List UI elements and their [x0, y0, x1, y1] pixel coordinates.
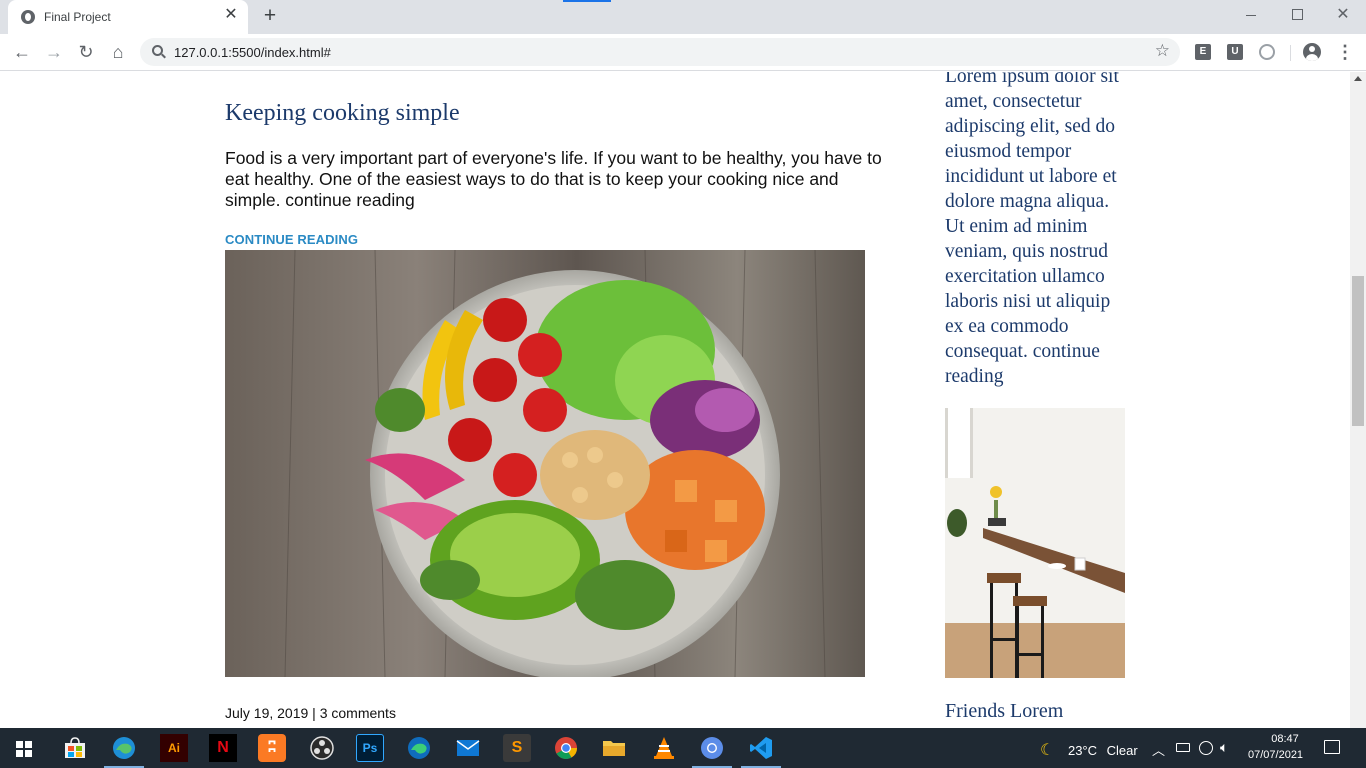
vlc-icon[interactable]: [650, 734, 678, 762]
scrollbar-thumb[interactable]: [1352, 276, 1364, 426]
url-text[interactable]: 127.0.0.1:5500/index.html#: [174, 45, 331, 60]
page-scrollbar[interactable]: [1350, 72, 1366, 728]
salad-bowl-photo: [225, 250, 865, 677]
new-tab-button[interactable]: +: [258, 4, 282, 28]
profile-avatar-icon[interactable]: [1303, 43, 1321, 61]
forward-button[interactable]: →: [40, 38, 68, 66]
speaker-icon[interactable]: 🔈︎: [1220, 739, 1228, 756]
weather-description: Clear: [1106, 743, 1138, 758]
post-excerpt: Food is a very important part of everyon…: [225, 148, 882, 210]
browser-toolbar: ← → ↻ ⌂ 127.0.0.1:5500/index.html# ☆ E U…: [0, 34, 1366, 71]
page-viewport: Keeping cooking simple Food is a very im…: [0, 72, 1350, 728]
post-meta: July 19, 2019 | 3 comments: [225, 705, 396, 721]
sidebar-text: Lorem ipsum dolor sit amet, consectetur …: [945, 72, 1119, 387]
obs-icon[interactable]: [308, 734, 336, 762]
tab-strip-indicator: [563, 0, 611, 2]
toolbar-divider: [1290, 45, 1291, 61]
back-button[interactable]: ←: [8, 38, 36, 66]
chrome-icon[interactable]: [552, 734, 580, 762]
notification-center-icon[interactable]: [1324, 740, 1340, 754]
battery-icon[interactable]: [1176, 743, 1190, 752]
edge-dev-icon[interactable]: [405, 734, 433, 762]
microsoft-store-icon[interactable]: [61, 734, 89, 762]
sidebar-heading: Friends Lorem: [945, 700, 1064, 722]
clock-date[interactable]: 07/07/2021: [1248, 749, 1303, 761]
extension-u-icon[interactable]: U: [1227, 44, 1243, 60]
network-globe-icon[interactable]: [1199, 741, 1213, 755]
vscode-icon[interactable]: [741, 734, 781, 768]
clock-time[interactable]: 08:47: [1262, 733, 1308, 745]
close-window-button[interactable]: ✕: [1320, 0, 1366, 30]
moon-icon: ☾: [1040, 742, 1055, 759]
continue-reading-link[interactable]: CONTINUE READING: [225, 232, 358, 247]
reload-button[interactable]: ↻: [72, 38, 100, 66]
browser-menu-icon[interactable]: ⋮: [1336, 38, 1354, 66]
illustrator-icon[interactable]: Ai: [160, 734, 188, 762]
weather-temperature: 23°C: [1067, 743, 1098, 758]
windows-taskbar: Ai N ʭ Ps S ☾ 23°C Clear ︿ 🔈︎ 08:47 07/0…: [0, 728, 1366, 768]
windows-start-icon[interactable]: [16, 741, 32, 757]
scroll-up-arrow-icon[interactable]: [1354, 76, 1362, 81]
tab-title: Final Project: [44, 10, 111, 24]
extension-globe-icon[interactable]: [1259, 44, 1275, 60]
post-title: Keeping cooking simple: [225, 100, 460, 126]
address-bar[interactable]: 127.0.0.1:5500/index.html# ☆: [140, 38, 1180, 66]
chromium-icon[interactable]: [692, 734, 732, 768]
xampp-icon[interactable]: ʭ: [258, 734, 286, 762]
file-explorer-icon[interactable]: [600, 734, 628, 762]
mail-icon[interactable]: [454, 734, 482, 762]
tab-close-icon[interactable]: ✕: [222, 6, 240, 24]
extension-e-icon[interactable]: E: [1195, 44, 1211, 60]
kitchen-stools-photo: [945, 408, 1125, 678]
search-icon: [152, 45, 163, 56]
globe-icon: [21, 10, 35, 24]
show-hidden-icons-icon[interactable]: ︿: [1152, 740, 1165, 759]
browser-tab[interactable]: Final Project ✕: [8, 0, 248, 34]
edge-beta-icon[interactable]: [104, 734, 144, 768]
browser-titlebar: Final Project ✕ + ✕: [0, 0, 1366, 34]
bookmark-star-icon[interactable]: ☆: [1155, 41, 1170, 61]
netflix-icon[interactable]: N: [209, 734, 237, 762]
minimize-button[interactable]: [1228, 0, 1274, 30]
restore-button[interactable]: [1274, 0, 1320, 30]
sublime-text-icon[interactable]: S: [503, 734, 531, 762]
home-button[interactable]: ⌂: [104, 38, 132, 66]
photoshop-icon[interactable]: Ps: [356, 734, 384, 762]
weather-widget[interactable]: ☾ 23°C Clear: [1040, 740, 1138, 760]
